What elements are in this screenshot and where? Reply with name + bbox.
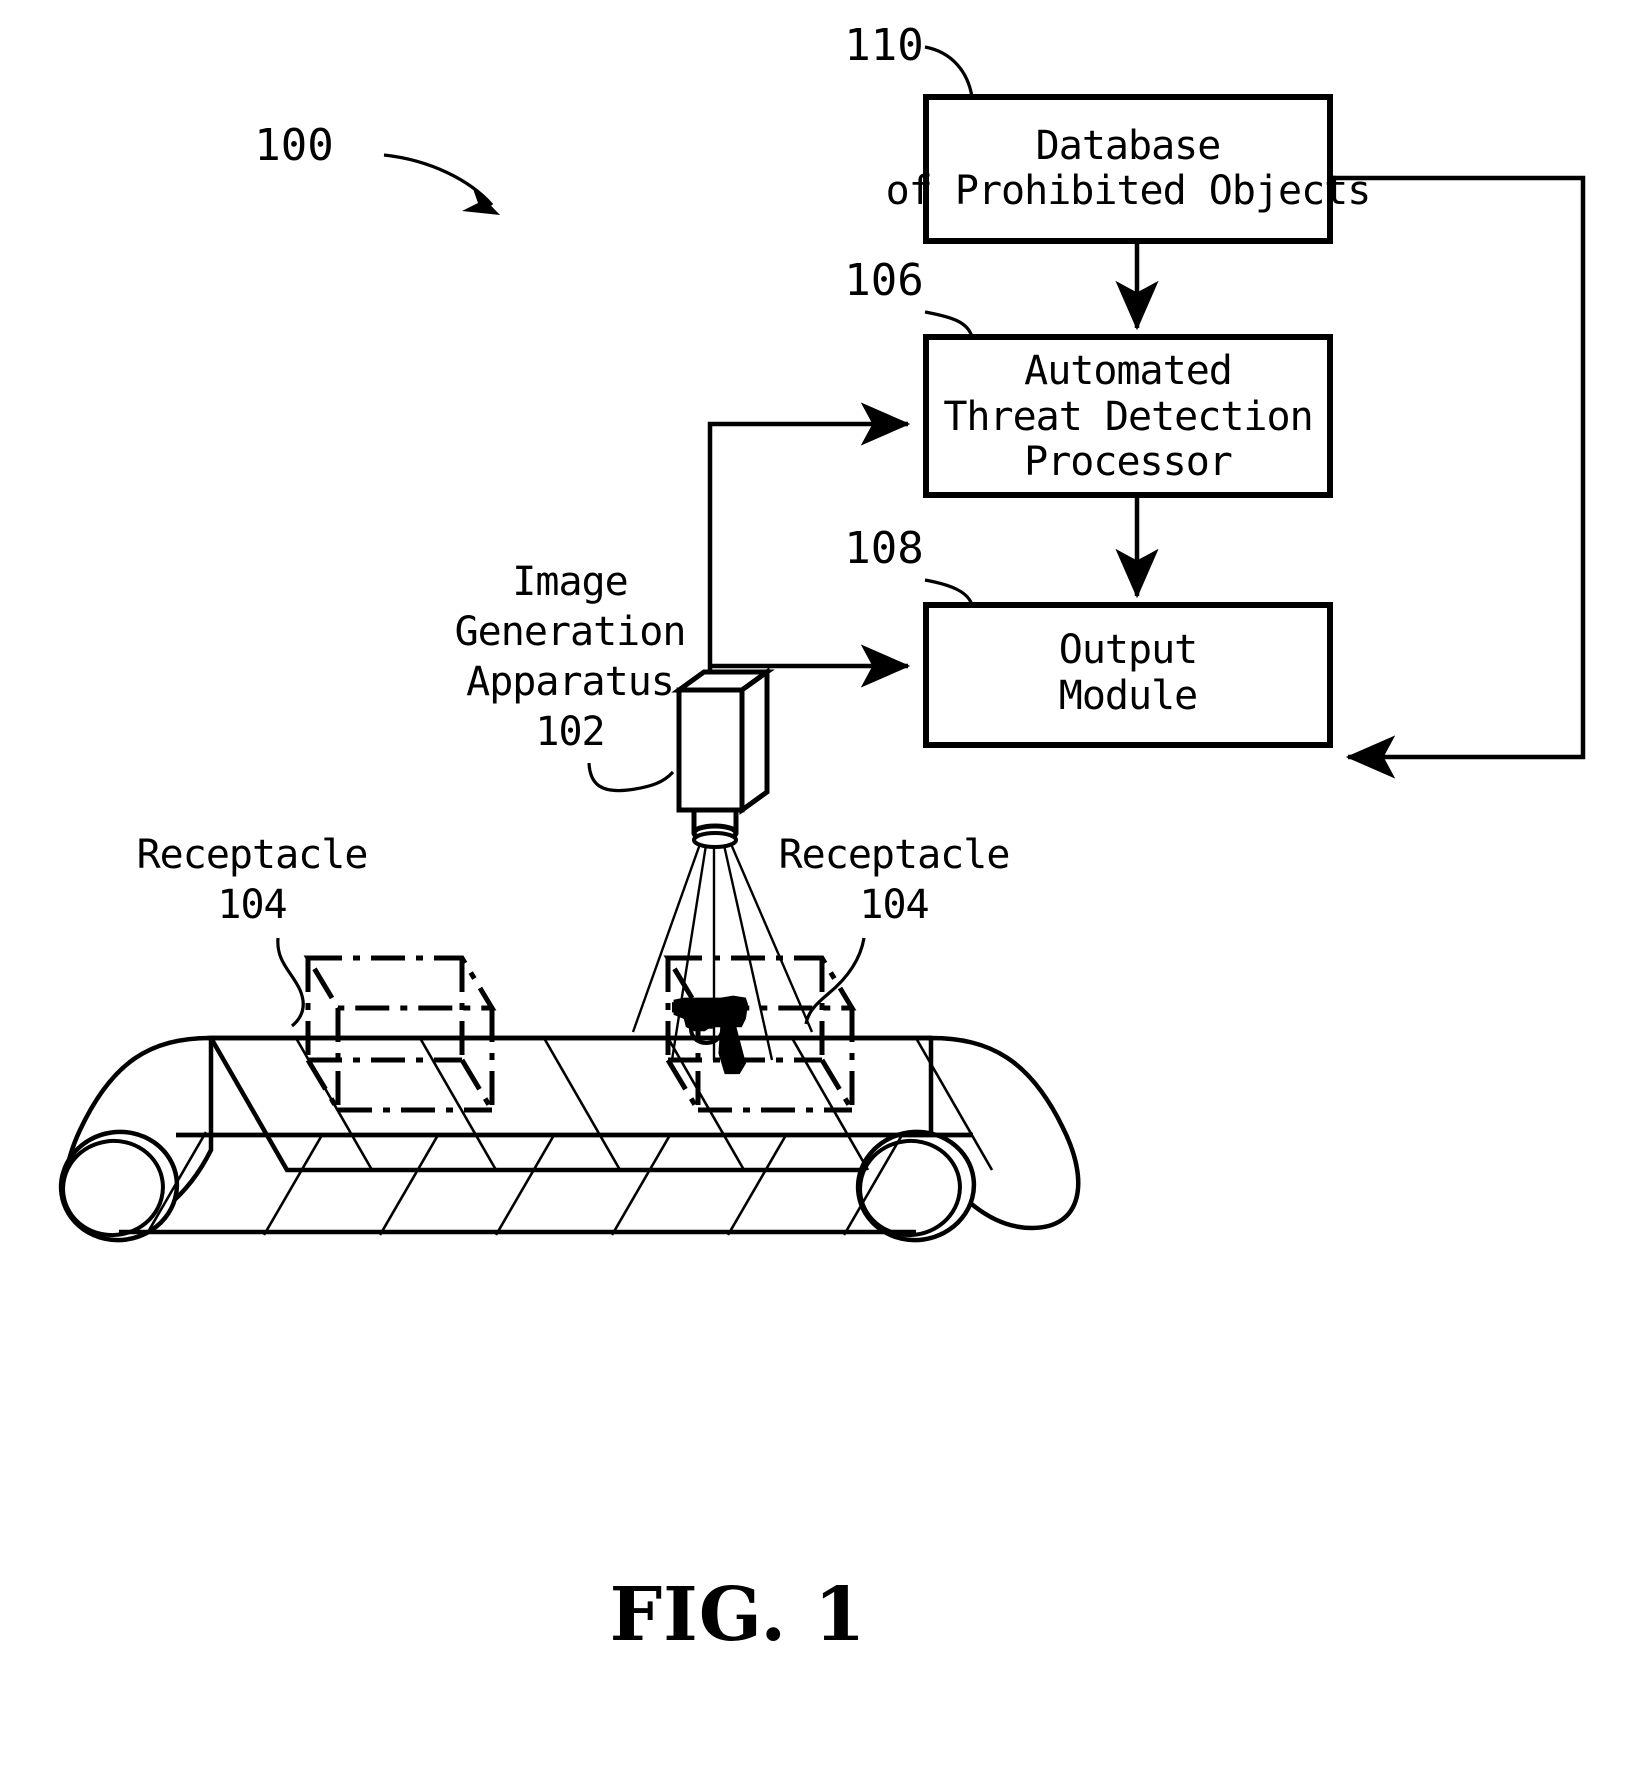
arrow-icon	[462, 186, 500, 215]
image-generation-apparatus-label-line-1: Image	[512, 559, 627, 605]
output-module-label-line-2: Module	[1059, 673, 1198, 719]
patent-figure-1: 100 Database of Prohibited Objects 110 A…	[0, 0, 1635, 1768]
processor-ref-leader	[924, 310, 974, 338]
receptacle-left-ref-label: 104	[217, 882, 286, 928]
block-output-module[interactable]: Output Module	[923, 602, 1333, 748]
figure-canvas: 100 Database of Prohibited Objects 110 A…	[58, 20, 1586, 1658]
processor-ref-label: 106	[844, 255, 923, 306]
arrow-database-to-output-module-feedback	[1330, 175, 1586, 779]
image-generation-apparatus-ref-label: 102	[535, 709, 604, 755]
output-module-ref-leader	[924, 578, 974, 606]
database-ref-label: 110	[844, 20, 923, 71]
image-generation-apparatus-label-line-3: Apparatus	[466, 659, 674, 705]
database-ref-leader	[924, 45, 974, 98]
image-generation-apparatus-label-line-2: Generation	[455, 609, 686, 655]
system-ref-arrow	[383, 153, 500, 215]
output-module-ref-label: 108	[844, 523, 923, 574]
processor-label-line-3: Processor	[1024, 439, 1232, 485]
conveyor-belt-icon	[58, 1035, 1081, 1243]
receptacle-box-icon-left[interactable]	[303, 955, 497, 1113]
scanner-camera-icon[interactable]	[671, 667, 775, 849]
output-module-label-line-1: Output	[1059, 627, 1198, 673]
receptacle-left-label-line-1: Receptacle	[137, 832, 368, 878]
block-database-of-prohibited-objects[interactable]: Database of Prohibited Objects	[886, 94, 1371, 244]
block-automated-threat-detection-processor[interactable]: Automated Threat Detection Processor	[923, 334, 1333, 498]
processor-label-line-1: Automated	[1024, 348, 1232, 394]
receptacle-right-label-line-1: Receptacle	[779, 832, 1010, 878]
receptacle-right-leader	[804, 937, 866, 1025]
receptacle-box-icon-right[interactable]	[663, 955, 857, 1113]
processor-label-line-2: Threat Detection	[943, 394, 1312, 440]
receptacle-left-leader	[276, 937, 305, 1028]
conveyor-roller-left	[58, 1035, 214, 1243]
conveyor-roller-right	[855, 1035, 1081, 1243]
conveyor-front-stripes	[146, 1131, 904, 1236]
figure-caption: FIG. 1	[610, 1572, 867, 1658]
receptacle-right-ref-label: 104	[859, 882, 928, 928]
database-label-line-2: of Prohibited Objects	[886, 168, 1371, 214]
system-ref-label: 100	[254, 120, 333, 171]
database-label-line-1: Database	[1036, 123, 1221, 169]
image-generation-apparatus-leader	[587, 762, 675, 793]
